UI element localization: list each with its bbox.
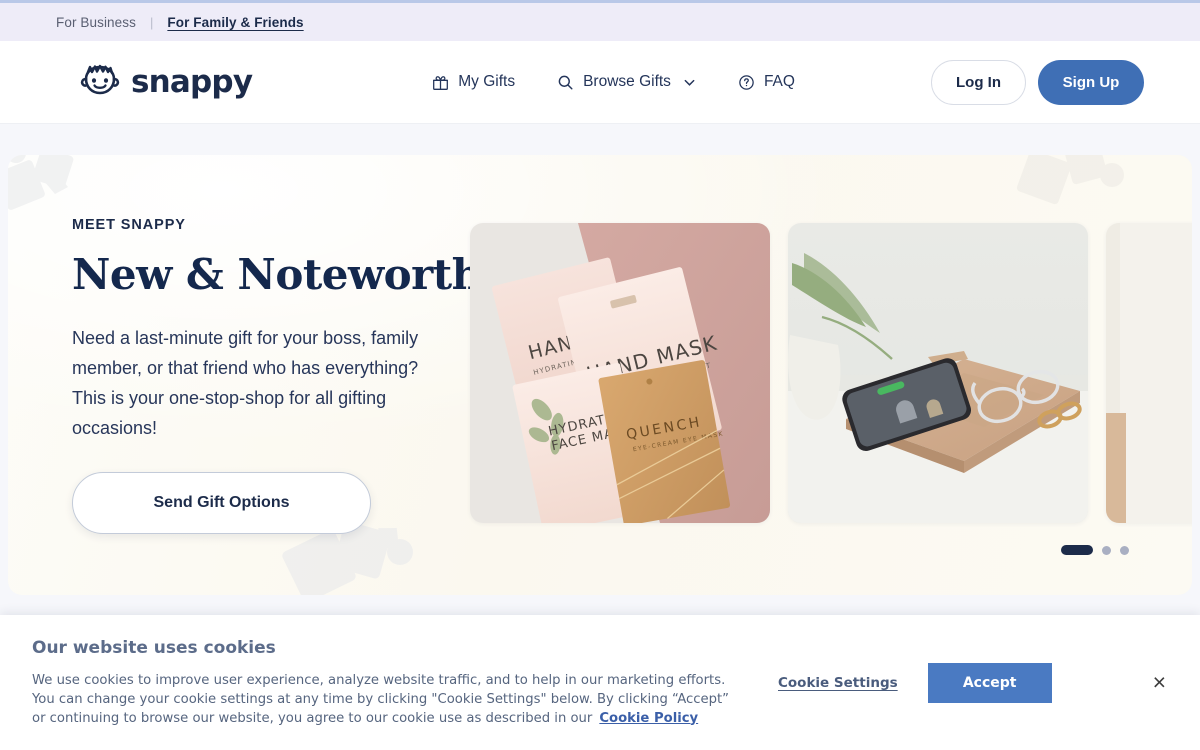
snappy-face-icon xyxy=(78,64,122,101)
page-title: New & Noteworthy xyxy=(72,250,506,299)
hero-carousel: HAND HYDRATING HAND MASK HYDRATING TREAT… xyxy=(463,155,1192,595)
accept-cookies-button[interactable]: Accept xyxy=(927,662,1052,703)
carousel-card-charging-tray[interactable] xyxy=(788,223,1088,523)
question-circle-icon xyxy=(738,74,755,91)
nav-item-label: Browse Gifts xyxy=(583,73,671,90)
signup-button[interactable]: Sign Up xyxy=(1038,59,1144,105)
nav-actions: Log In Sign Up xyxy=(931,59,1144,105)
carousel-dot-1[interactable] xyxy=(1061,545,1093,555)
carousel-card-skincare[interactable]: HAND HYDRATING HAND MASK HYDRATING TREAT… xyxy=(470,223,770,523)
utility-separator: | xyxy=(149,14,154,30)
utility-link-family-friends[interactable]: For Family & Friends xyxy=(167,15,303,30)
nav-links: My Gifts Browse Gifts FAQ xyxy=(432,73,795,91)
cookie-policy-link[interactable]: Cookie Policy xyxy=(599,711,698,726)
close-icon[interactable]: × xyxy=(1153,671,1166,694)
nav-item-label: My Gifts xyxy=(458,73,516,90)
hero-banner: MEET SNAPPY New & Noteworthy Need a last… xyxy=(8,155,1192,595)
gift-icon xyxy=(432,74,449,91)
hero-eyebrow: MEET SNAPPY xyxy=(72,217,186,233)
carousel-card-partial[interactable] xyxy=(1106,223,1192,523)
logo[interactable]: snappy xyxy=(78,64,253,101)
login-button[interactable]: Log In xyxy=(931,59,1026,105)
hero-description: Need a last-minute gift for your boss, f… xyxy=(72,328,419,438)
nav-item-my-gifts[interactable]: My Gifts xyxy=(432,73,515,91)
logo-text: snappy xyxy=(131,64,253,100)
cookie-banner: Our website uses cookies We use cookies … xyxy=(0,615,1200,750)
navbar: snappy My Gifts Browse Gifts FAQ Log In … xyxy=(0,41,1200,124)
send-gift-options-button[interactable]: Send Gift Options xyxy=(72,472,371,534)
page-root: For Business | For Family & Friends snap… xyxy=(0,0,1200,750)
cookie-banner-body: We use cookies to improve user experienc… xyxy=(32,671,732,728)
utility-link-business[interactable]: For Business xyxy=(56,15,136,30)
nav-item-label: FAQ xyxy=(763,73,795,90)
search-icon xyxy=(557,74,574,91)
cookie-text-block: Our website uses cookies We use cookies … xyxy=(32,638,732,728)
hero-left-column: MEET SNAPPY New & Noteworthy Need a last… xyxy=(8,155,506,595)
carousel-dot-3[interactable] xyxy=(1120,545,1129,555)
chevron-down-icon xyxy=(683,76,696,89)
cookie-banner-title: Our website uses cookies xyxy=(32,637,276,658)
carousel-track: HAND HYDRATING HAND MASK HYDRATING TREAT… xyxy=(463,223,1192,523)
utility-bar: For Business | For Family & Friends xyxy=(0,0,1200,41)
nav-item-browse-gifts[interactable]: Browse Gifts xyxy=(557,73,696,91)
carousel-dot-2[interactable] xyxy=(1102,545,1111,555)
nav-item-faq[interactable]: FAQ xyxy=(738,73,795,91)
carousel-dots xyxy=(1061,545,1129,555)
cookie-settings-link[interactable]: Cookie Settings xyxy=(778,675,898,691)
